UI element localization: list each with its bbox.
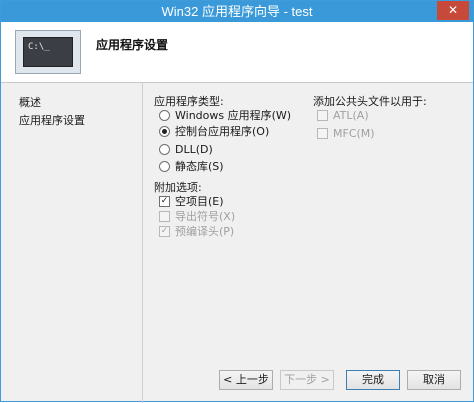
cancel-button[interactable]: 取消 [407,370,461,390]
wizard-window: Win32 应用程序向导 - test ✕ C:\_ 应用程序设置 概述 应用程… [0,0,474,403]
radio-dll[interactable]: DLL(D) [159,142,213,158]
common-headers-label: 添加公共头文件以用于: [313,95,427,108]
previous-button[interactable]: < 上一步 [219,370,273,390]
nav-divider [142,83,143,403]
check-icon: ✓ [159,225,170,237]
option-label: 空项目(E) [175,195,224,208]
option-label: 静态库(S) [175,160,224,173]
checkbox-mfc: MFC(M) [317,126,375,142]
radio-button[interactable] [159,143,170,155]
radio-button[interactable] [159,160,170,172]
radio-button-selected[interactable] [159,125,170,137]
checkbox-empty-project[interactable]: ✓ 空项目(E) [159,194,224,210]
check-icon[interactable]: ✓ [159,195,170,207]
nav-item-overview[interactable]: 概述 [19,94,41,110]
finish-button[interactable]: 完成 [346,370,400,390]
window-title: Win32 应用程序向导 - test [161,4,313,19]
checkbox-box [317,127,328,139]
radio-button[interactable] [159,109,170,121]
checkbox-export-symbols: 导出符号(X) [159,209,235,225]
checkbox-box [317,109,328,121]
checkbox-precompiled-header: ✓ 预编译头(P) [159,224,234,240]
option-label: 导出符号(X) [175,210,236,223]
option-label: ATL(A) [333,109,369,122]
radio-windows-app[interactable]: Windows 应用程序(W) [159,108,291,124]
console-screen: C:\_ [23,37,73,67]
radio-static-lib[interactable]: 静态库(S) [159,159,224,175]
title-bar[interactable]: Win32 应用程序向导 - test ✕ [1,1,473,22]
radio-console-app[interactable]: 控制台应用程序(O) [159,124,269,140]
option-label: DLL(D) [175,143,213,156]
wizard-nav: 概述 应用程序设置 [1,83,141,403]
app-type-label: 应用程序类型: [154,95,224,108]
wizard-header: C:\_ 应用程序设置 [1,22,473,83]
nav-item-app-settings[interactable]: 应用程序设置 [19,112,85,128]
close-icon: ✕ [447,3,459,17]
next-button: 下一步 > [280,370,334,390]
additional-options-label: 附加选项: [154,181,202,194]
option-label: 预编译头(P) [175,225,235,238]
close-button[interactable]: ✕ [437,1,469,20]
option-label: MFC(M) [333,127,375,140]
option-label: Windows 应用程序(W) [175,109,292,122]
page-title: 应用程序设置 [96,38,169,52]
option-label: 控制台应用程序(O) [175,125,270,138]
console-app-icon: C:\_ [15,30,81,74]
checkbox-box [159,210,170,222]
checkbox-atl: ATL(A) [317,108,369,124]
